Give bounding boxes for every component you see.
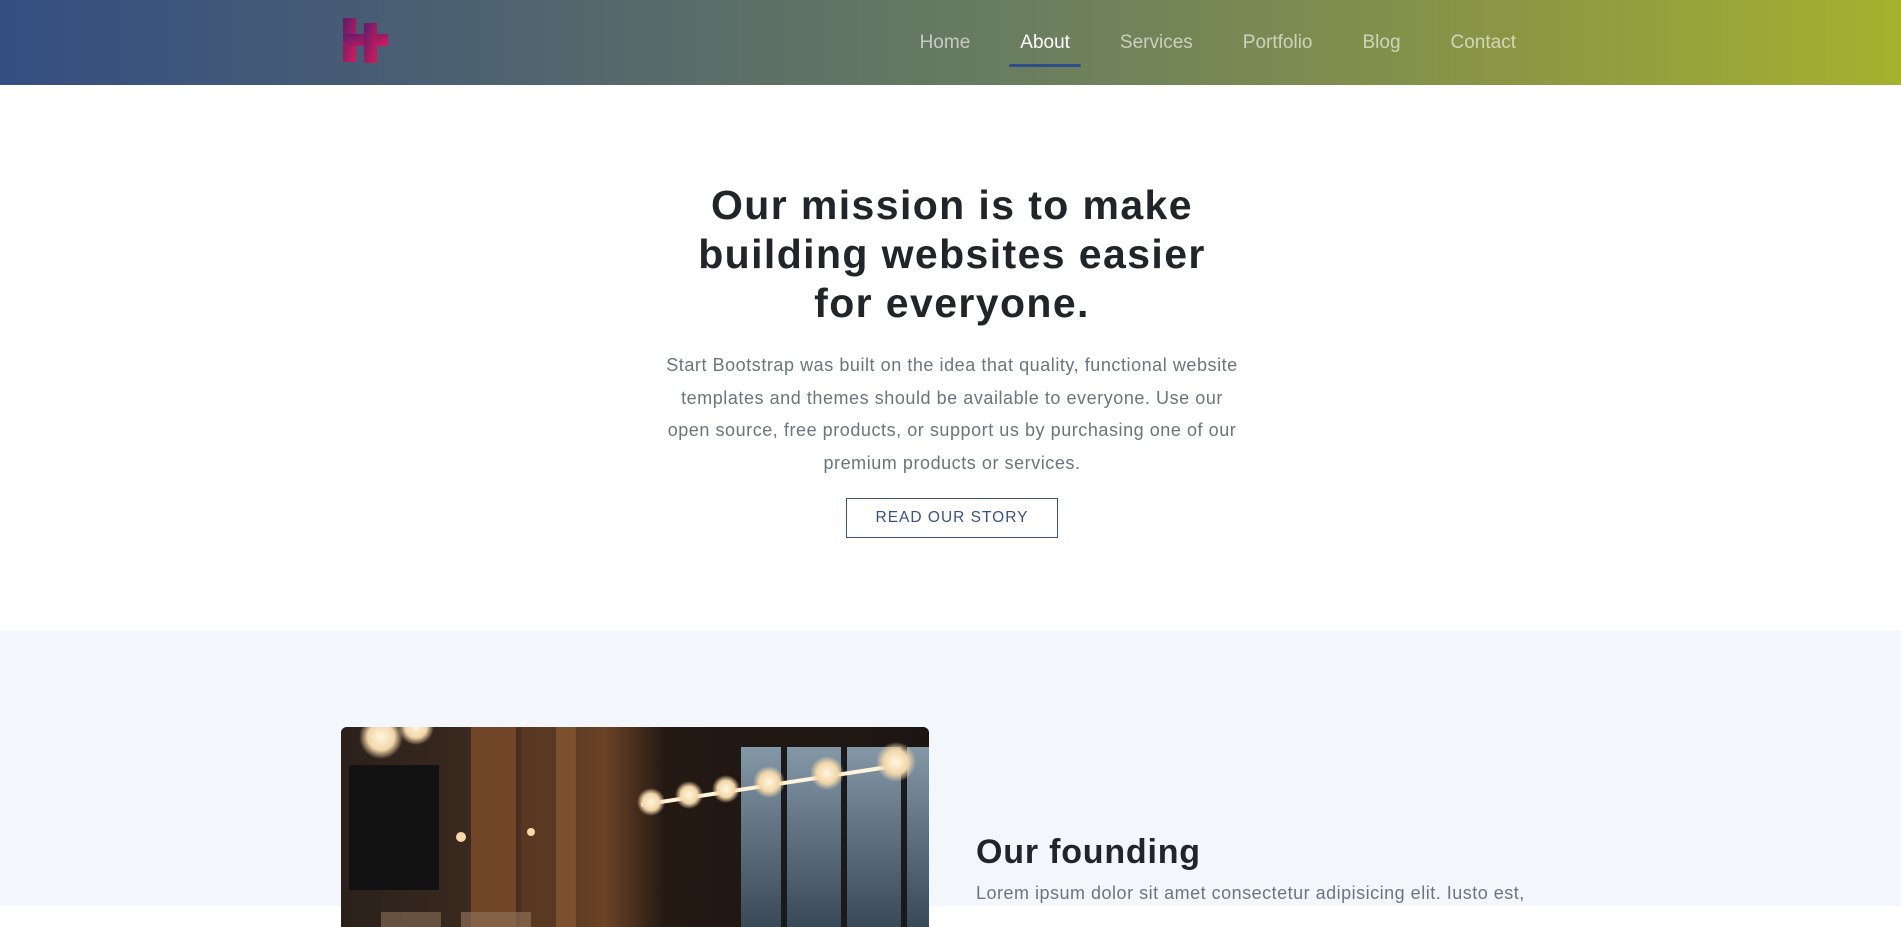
mission-content: Our mission is to make building websites… <box>650 181 1254 538</box>
nav-link-blog[interactable]: Blog <box>1337 0 1425 85</box>
read-our-story-button[interactable]: Read our story <box>846 498 1058 538</box>
nav-link-portfolio[interactable]: Portfolio <box>1218 0 1338 85</box>
navbar: Home About Services Portfolio Blog Conta… <box>0 0 1901 85</box>
nav-link-about[interactable]: About <box>995 0 1095 85</box>
mission-description: Start Bootstrap was built on the idea th… <box>666 355 1238 473</box>
founding-title: Our founding <box>976 833 1201 871</box>
nav-link-label: About <box>1020 31 1070 53</box>
mission-section: Our mission is to make building websites… <box>0 85 1901 631</box>
plus-h-logo-icon <box>343 18 388 63</box>
brand-logo[interactable] <box>342 17 390 65</box>
nav-link-contact[interactable]: Contact <box>1426 0 1541 85</box>
nav-link-label: Services <box>1119 31 1193 53</box>
nav-link-label: Blog <box>1362 31 1401 53</box>
nav-link-label: Portfolio <box>1242 31 1313 53</box>
main-nav: Home About Services Portfolio Blog Conta… <box>895 0 1541 85</box>
office-photo <box>341 727 929 927</box>
nav-link-services[interactable]: Services <box>1095 0 1218 85</box>
mission-title: Our mission is to make building websites… <box>698 182 1206 326</box>
nav-link-home[interactable]: Home <box>895 0 996 85</box>
nav-link-label: Contact <box>1450 31 1516 53</box>
office-photo-image <box>341 727 929 927</box>
founding-section: Our founding Lorem ipsum dolor sit amet … <box>0 631 1901 927</box>
founding-description: Lorem ipsum dolor sit amet consectetur a… <box>976 883 1525 903</box>
nav-link-label: Home <box>919 31 971 53</box>
